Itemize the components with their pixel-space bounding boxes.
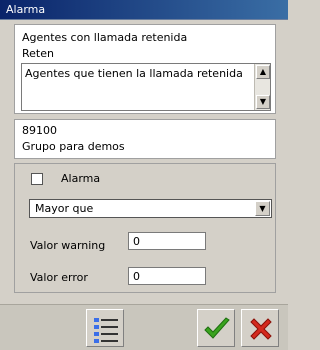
description-scrollbar[interactable]: ▲ ▼ (254, 64, 270, 110)
close-icon (250, 318, 272, 340)
alarm-panel: Alarma Mayor que ▼ Valor warning Valor e… (14, 163, 276, 293)
group-panel: 89100 Grupo para demos (14, 119, 276, 159)
warning-value-input[interactable] (128, 232, 206, 250)
group-name: Grupo para demos (22, 140, 125, 153)
ok-button[interactable] (197, 309, 235, 347)
list-icon (94, 318, 118, 343)
group-id: 89100 (22, 124, 57, 137)
checkmark-icon (204, 317, 230, 339)
alarm-checkbox[interactable] (31, 173, 43, 185)
description-text: Agentes que tienen la llamada retenida (25, 67, 243, 80)
scroll-up-button[interactable]: ▲ (256, 65, 270, 79)
comparison-value: Mayor que (35, 202, 94, 215)
chevron-down-icon[interactable]: ▼ (255, 201, 270, 216)
description-textarea[interactable]: Agentes que tienen la llamada retenida ▲… (21, 63, 271, 111)
cancel-button[interactable] (241, 309, 279, 347)
list-button[interactable] (86, 309, 124, 347)
error-label: Valor error (30, 271, 88, 284)
warning-label: Valor warning (30, 239, 106, 252)
info-panel: Agentes con llamada retenida Reten Agent… (14, 24, 276, 114)
info-code: Reten (22, 47, 54, 60)
alarm-checkbox-label: Alarma (61, 172, 101, 185)
bottom-toolbar (0, 304, 288, 350)
error-value-input[interactable] (128, 267, 206, 285)
info-title: Agentes con llamada retenida (22, 31, 188, 44)
scroll-down-button[interactable]: ▼ (256, 95, 270, 109)
comparison-select[interactable]: Mayor que ▼ (29, 199, 272, 218)
window-title: Alarma (0, 0, 288, 20)
